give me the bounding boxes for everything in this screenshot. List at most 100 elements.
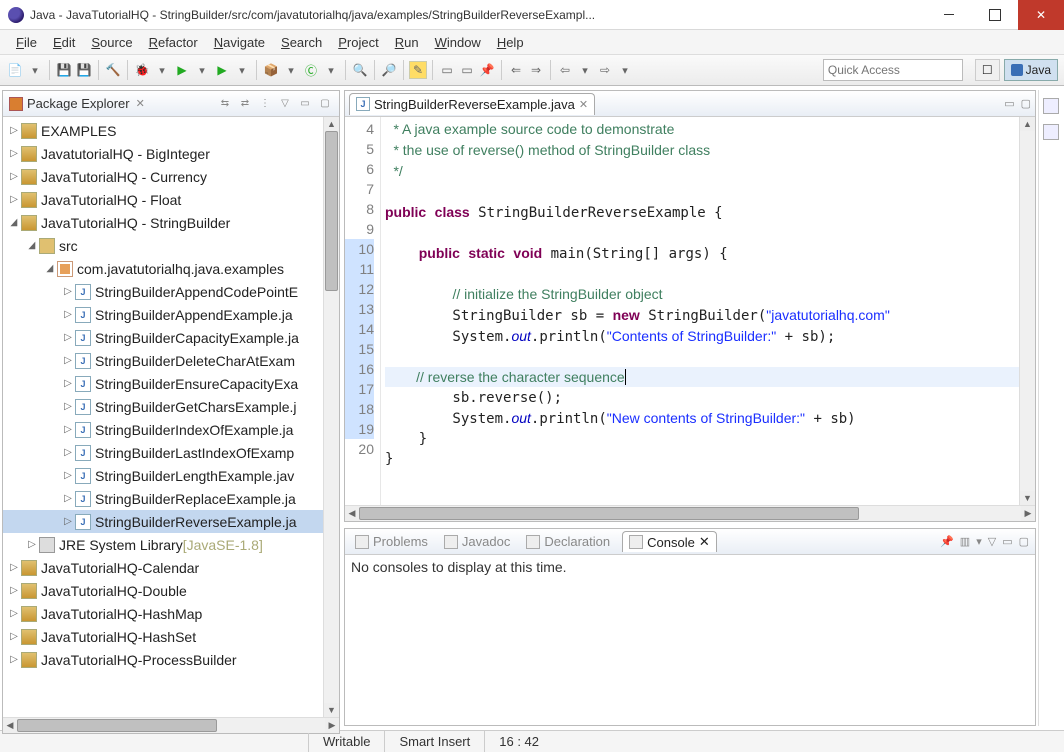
menu-project[interactable]: Project: [330, 33, 386, 52]
tree-item[interactable]: EXAMPLES: [3, 119, 323, 142]
editor-vertical-scrollbar[interactable]: ▲ ▼: [1019, 117, 1035, 505]
line-number[interactable]: 5: [345, 139, 374, 159]
pin-console-icon[interactable]: 📌: [940, 535, 954, 548]
tree-item[interactable]: StringBuilderLastIndexOfExamp: [3, 441, 323, 464]
scroll-left-icon[interactable]: ◀: [345, 506, 359, 521]
dropdown-icon[interactable]: ▾: [576, 61, 594, 79]
expand-caret-icon[interactable]: [61, 373, 75, 395]
link-editor-icon[interactable]: ⇄: [237, 96, 253, 112]
expand-caret-icon[interactable]: [7, 212, 21, 234]
expand-caret-icon[interactable]: [61, 304, 75, 326]
open-perspective-button[interactable]: ☐: [975, 59, 1000, 81]
maximize-view-icon[interactable]: ▢: [317, 96, 333, 112]
scroll-thumb[interactable]: [325, 131, 338, 291]
expand-caret-icon[interactable]: [61, 327, 75, 349]
line-number[interactable]: 9: [345, 219, 374, 239]
expand-caret-icon[interactable]: [43, 258, 57, 280]
pin-button[interactable]: 📌: [478, 61, 496, 79]
java-perspective-button[interactable]: Java: [1004, 59, 1058, 81]
menu-help[interactable]: Help: [489, 33, 532, 52]
code-area[interactable]: * A java example source code to demonstr…: [381, 117, 1019, 505]
expand-caret-icon[interactable]: [7, 626, 21, 648]
filters-icon[interactable]: ⋮: [257, 96, 273, 112]
expand-caret-icon[interactable]: [7, 580, 21, 602]
tree-item[interactable]: JavaTutorialHQ - Currency: [3, 165, 323, 188]
line-number[interactable]: 17: [345, 379, 374, 399]
new-button[interactable]: 📄: [6, 61, 24, 79]
expand-caret-icon[interactable]: [61, 419, 75, 441]
line-gutter[interactable]: 4567891011121314151617181920: [345, 117, 381, 505]
close-tab-icon[interactable]: ✕: [699, 534, 710, 550]
tab-javadoc[interactable]: Javadoc: [440, 532, 514, 551]
tree-item[interactable]: StringBuilderAppendExample.ja: [3, 303, 323, 326]
expand-caret-icon[interactable]: [61, 396, 75, 418]
maximize-editor-icon[interactable]: ▢: [1021, 97, 1031, 110]
tree-item[interactable]: JavaTutorialHQ-HashSet: [3, 625, 323, 648]
minimize-view-icon[interactable]: ▭: [297, 96, 313, 112]
menu-edit[interactable]: Edit: [45, 33, 83, 52]
dropdown-icon[interactable]: ▾: [322, 61, 340, 79]
expand-caret-icon[interactable]: [61, 488, 75, 510]
scroll-up-icon[interactable]: ▲: [324, 117, 339, 131]
scroll-thumb[interactable]: [359, 507, 859, 520]
close-button[interactable]: [1018, 0, 1064, 30]
expand-caret-icon[interactable]: [7, 166, 21, 188]
tree-item[interactable]: src: [3, 234, 323, 257]
scroll-down-icon[interactable]: ▼: [1020, 491, 1035, 505]
line-number[interactable]: 19: [345, 419, 374, 439]
line-number[interactable]: 8: [345, 199, 374, 219]
tree-item[interactable]: StringBuilderAppendCodePointE: [3, 280, 323, 303]
tree-item[interactable]: JavaTutorialHQ-ProcessBuilder: [3, 648, 323, 671]
new-class-button[interactable]: Ⓒ: [302, 61, 320, 79]
toggle-mark-button[interactable]: ✎: [409, 61, 427, 79]
editor-body[interactable]: 4567891011121314151617181920 * A java ex…: [345, 117, 1035, 505]
debug-button[interactable]: 🐞: [133, 61, 151, 79]
tree-item[interactable]: StringBuilderDeleteCharAtExam: [3, 349, 323, 372]
dropdown-icon[interactable]: ▾: [193, 61, 211, 79]
tab-console[interactable]: Console ✕: [622, 531, 717, 552]
expand-caret-icon[interactable]: [7, 557, 21, 579]
tree-item[interactable]: com.javatutorialhq.java.examples: [3, 257, 323, 280]
line-number[interactable]: 6: [345, 159, 374, 179]
tree-item[interactable]: JavaTutorialHQ - Float: [3, 188, 323, 211]
horizontal-scrollbar[interactable]: ◀ ▶: [3, 717, 339, 733]
save-all-button[interactable]: 💾: [75, 61, 93, 79]
nav-button[interactable]: ▭: [458, 61, 476, 79]
dropdown-icon[interactable]: ▾: [233, 61, 251, 79]
tab-problems[interactable]: Problems: [351, 532, 432, 551]
menu-search[interactable]: Search: [273, 33, 330, 52]
menu-file[interactable]: File: [8, 33, 45, 52]
expand-caret-icon[interactable]: [61, 350, 75, 372]
save-button[interactable]: 💾: [55, 61, 73, 79]
dropdown-icon[interactable]: ▾: [976, 535, 982, 548]
tree-item[interactable]: StringBuilderReverseExample.ja: [3, 510, 323, 533]
line-number[interactable]: 13: [345, 299, 374, 319]
line-number[interactable]: 7: [345, 179, 374, 199]
nav-button[interactable]: ▭: [438, 61, 456, 79]
dropdown-icon[interactable]: ▾: [153, 61, 171, 79]
scroll-down-icon[interactable]: ▼: [324, 703, 339, 717]
menu-window[interactable]: Window: [427, 33, 489, 52]
view-menu-icon[interactable]: ▽: [277, 96, 293, 112]
tree-item[interactable]: JavaTutorialHQ - StringBuilder: [3, 211, 323, 234]
menu-refactor[interactable]: Refactor: [141, 33, 206, 52]
line-number[interactable]: 11: [345, 259, 374, 279]
expand-caret-icon[interactable]: [61, 281, 75, 303]
maximize-button[interactable]: [972, 0, 1018, 30]
expand-caret-icon[interactable]: [7, 189, 21, 211]
tree-item[interactable]: StringBuilderLengthExample.jav: [3, 464, 323, 487]
view-menu-icon[interactable]: ▽: [988, 535, 996, 548]
minimize-view-icon[interactable]: ▭: [1002, 535, 1012, 548]
next-annotation-button[interactable]: ⇒: [527, 61, 545, 79]
tree-item[interactable]: StringBuilderReplaceExample.ja: [3, 487, 323, 510]
dropdown-icon[interactable]: ▾: [616, 61, 634, 79]
close-tab-icon[interactable]: ✕: [579, 98, 588, 111]
tree-item[interactable]: JavaTutorialHQ-Double: [3, 579, 323, 602]
tree-item[interactable]: JRE System Library [JavaSE-1.8]: [3, 533, 323, 556]
line-number[interactable]: 10: [345, 239, 374, 259]
editor-tab[interactable]: J StringBuilderReverseExample.java ✕: [349, 93, 595, 115]
back-button[interactable]: ⇦: [556, 61, 574, 79]
dropdown-icon[interactable]: ▾: [282, 61, 300, 79]
scroll-thumb[interactable]: [17, 719, 217, 732]
tree-item[interactable]: StringBuilderGetCharsExample.j: [3, 395, 323, 418]
